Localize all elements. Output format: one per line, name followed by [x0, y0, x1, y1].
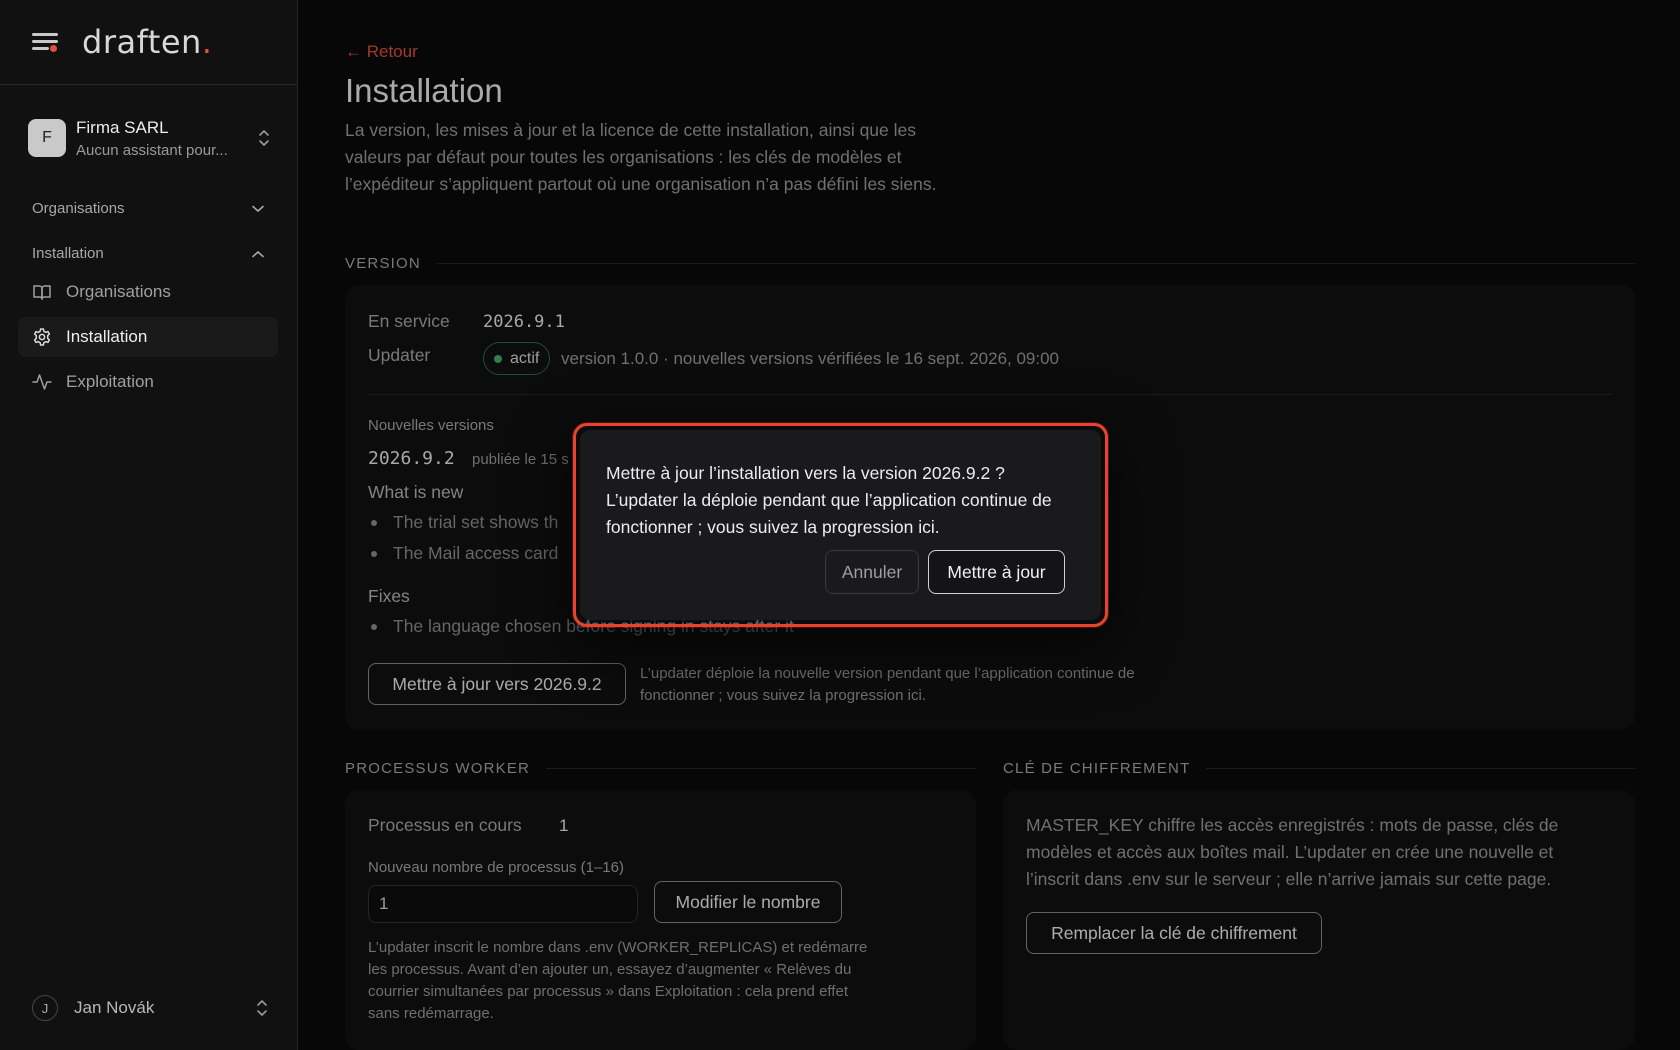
org-name: Firma SARL	[76, 117, 169, 137]
chevron-updown-icon	[259, 130, 269, 146]
nav-group-label: Organisations	[32, 200, 125, 217]
chevron-up-icon	[252, 250, 264, 257]
confirm-dialog: Mettre à jour l’installation vers la ver…	[573, 423, 1108, 627]
org-subtitle: Aucun assistant pour...	[76, 141, 228, 159]
nav-group-installation[interactable]: Installation	[32, 245, 264, 262]
user-name: Jan Novák	[74, 998, 155, 1017]
user-menu[interactable]: J Jan Novák	[32, 993, 268, 1023]
confirm-update-button[interactable]: Mettre à jour	[928, 550, 1065, 594]
org-avatar: F	[28, 119, 66, 157]
sidebar-item-label: Organisations	[66, 282, 171, 301]
dialog-body: Mettre à jour l’installation vers la ver…	[580, 430, 1101, 620]
avatar: J	[32, 995, 58, 1021]
sidebar-item-label: Exploitation	[66, 372, 154, 391]
sidebar-item-exploitation[interactable]: Exploitation	[18, 362, 278, 402]
sidebar-item-organisations[interactable]: Organisations	[18, 272, 278, 312]
chevron-down-icon	[252, 205, 264, 212]
chevron-updown-icon	[257, 1000, 267, 1016]
dialog-message: Mettre à jour l’installation vers la ver…	[606, 463, 1052, 537]
logo[interactable]: draften.	[82, 23, 212, 61]
menu-icon[interactable]	[32, 31, 58, 53]
sidebar-item-label: Installation	[66, 327, 148, 346]
org-switcher[interactable]: F Firma SARL Aucun assistant pour...	[28, 116, 270, 160]
book-icon	[33, 285, 51, 300]
sidebar-header: draften.	[0, 0, 297, 85]
nav-group-label: Installation	[32, 245, 104, 262]
sidebar-item-installation[interactable]: Installation	[18, 317, 278, 357]
sidebar: draften. F Firma SARL Aucun assistant po…	[0, 0, 298, 1050]
cancel-button[interactable]: Annuler	[825, 550, 919, 594]
activity-icon	[32, 374, 52, 390]
gear-icon	[33, 328, 51, 346]
nav-group-organisations[interactable]: Organisations	[32, 200, 264, 217]
